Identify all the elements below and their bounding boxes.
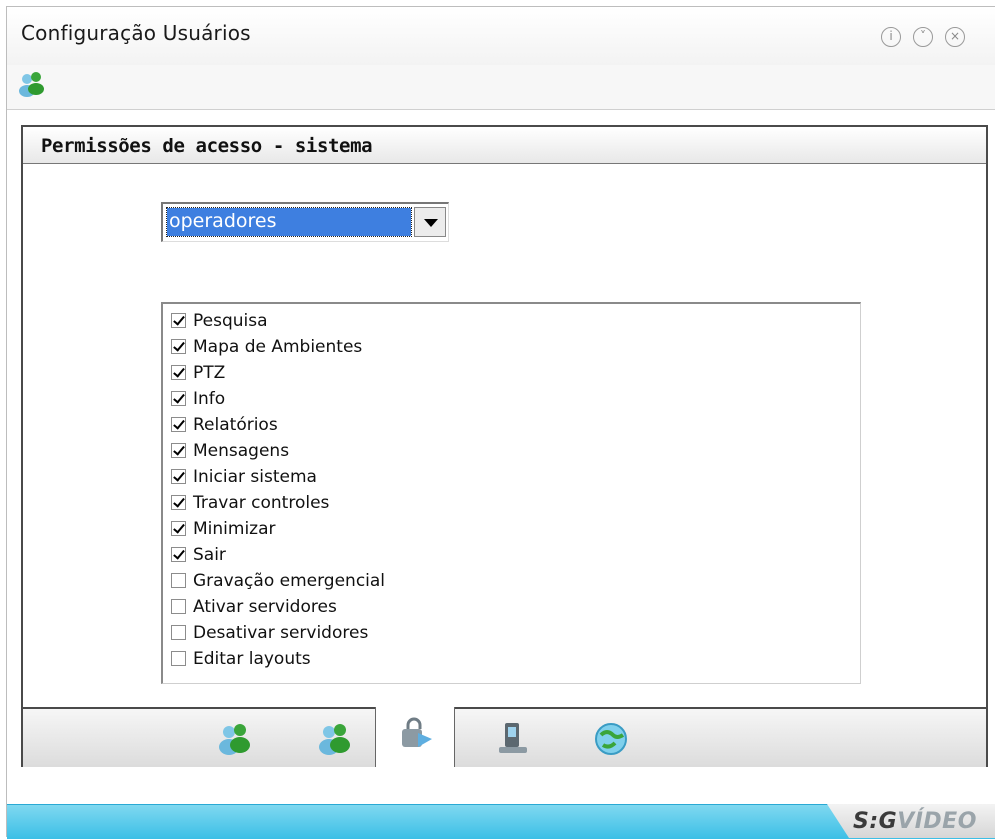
permission-checkbox[interactable] [171, 339, 186, 354]
permission-item[interactable]: Iniciar sistema [169, 464, 769, 490]
permission-item[interactable]: Sair [169, 542, 769, 568]
permission-checkbox[interactable] [171, 495, 186, 510]
permission-item[interactable]: Gravação emergencial [169, 568, 769, 594]
permission-label: Mapa de Ambientes [193, 337, 363, 357]
brand-logo: S:GVÍDEO [827, 804, 995, 838]
brand-part2: VÍDEO [897, 809, 977, 834]
help-icon[interactable]: i [881, 27, 901, 47]
permission-label: Gravação emergencial [193, 571, 386, 591]
tab-network[interactable] [571, 709, 651, 767]
tab-users-1[interactable] [195, 709, 275, 767]
device-icon [499, 723, 527, 753]
permission-label: Pesquisa [193, 311, 268, 331]
permission-checkbox[interactable] [171, 547, 186, 562]
permission-checkbox[interactable] [171, 651, 186, 666]
permission-checkbox[interactable] [171, 599, 186, 614]
group-select-value: operadores [166, 207, 412, 237]
permission-label: Travar controles [193, 493, 330, 513]
permission-checkbox[interactable] [171, 625, 186, 640]
permission-checkbox[interactable] [171, 521, 186, 536]
tab-bar [23, 707, 986, 767]
permission-item[interactable]: Minimizar [169, 516, 769, 542]
permission-label: PTZ [193, 363, 226, 383]
chevron-down-icon[interactable] [414, 207, 446, 237]
security-camera-icon [402, 717, 432, 747]
permission-checkbox[interactable] [171, 313, 186, 328]
permission-checkbox[interactable] [171, 417, 186, 432]
permission-label: Iniciar sistema [193, 467, 317, 487]
permission-checkbox[interactable] [171, 443, 186, 458]
users-icon [219, 724, 250, 755]
config-window: Configuração Usuários i ˅ × Permissões d… [6, 6, 995, 839]
globe-icon [595, 723, 627, 755]
permission-item[interactable]: Relatórios [169, 412, 769, 438]
permission-label: Desativar servidores [193, 623, 369, 643]
brand-part1: S:G [853, 809, 898, 834]
permission-item[interactable]: Mensagens [169, 438, 769, 464]
permission-label: Info [193, 389, 226, 409]
permission-item[interactable]: Travar controles [169, 490, 769, 516]
panel-header: Permissões de acesso - sistema [23, 127, 986, 164]
tab-system-permissions[interactable] [375, 707, 455, 767]
permission-item[interactable]: Info [169, 386, 769, 412]
group-select[interactable]: operadores [161, 202, 449, 242]
permission-item[interactable]: Desativar servidores [169, 620, 769, 646]
permissions-list[interactable]: Pesquisa Mapa de Ambientes PTZ Info Relatóri… [161, 302, 861, 684]
users-icon [319, 724, 350, 755]
permission-item[interactable]: Pesquisa [169, 308, 769, 334]
close-icon[interactable]: × [945, 27, 965, 47]
permission-label: Mensagens [193, 441, 290, 461]
permission-label: Editar layouts [193, 649, 311, 669]
title-bar: Configuração Usuários i ˅ × [7, 7, 995, 65]
permission-label: Relatórios [193, 415, 278, 435]
permission-checkbox[interactable] [171, 573, 186, 588]
permission-checkbox[interactable] [171, 391, 186, 406]
toolbar [7, 65, 995, 110]
permission-label: Sair [193, 545, 226, 565]
users-icon[interactable] [17, 69, 47, 103]
permission-item[interactable]: Editar layouts [169, 646, 769, 672]
permission-checkbox[interactable] [171, 365, 186, 380]
panel-title: Permissões de acesso - sistema [41, 135, 373, 157]
permission-item[interactable]: Mapa de Ambientes [169, 334, 769, 360]
permission-item[interactable]: PTZ [169, 360, 769, 386]
window-title: Configuração Usuários [21, 21, 251, 45]
tab-device[interactable] [473, 709, 553, 767]
minimize-icon[interactable]: ˅ [913, 27, 933, 47]
permission-checkbox[interactable] [171, 469, 186, 484]
permission-label: Ativar servidores [193, 597, 337, 617]
permissions-panel: Permissões de acesso - sistema operadore… [21, 125, 988, 767]
permission-item[interactable]: Ativar servidores [169, 594, 769, 620]
permission-label: Minimizar [193, 519, 276, 539]
tab-users-2[interactable] [295, 709, 375, 767]
